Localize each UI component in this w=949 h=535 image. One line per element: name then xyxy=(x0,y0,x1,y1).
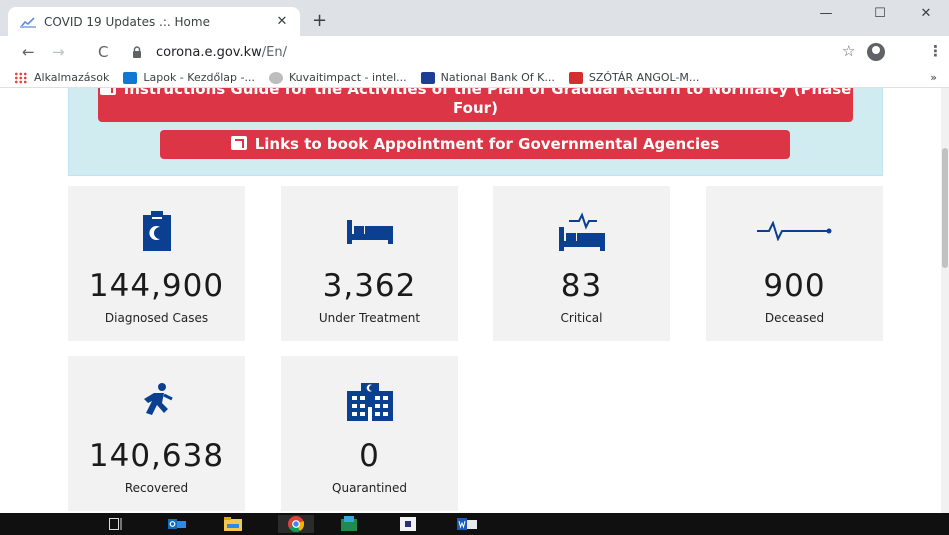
navigation-bar: ← → C corona.e.gov.kw/En/ ☆ ⋮ xyxy=(0,36,949,68)
nbk-camel-icon xyxy=(420,71,435,84)
url-text: corona.e.gov.kw/En/ xyxy=(156,45,287,60)
book-appointment-button[interactable]: Links to book Appointment for Government… xyxy=(160,130,790,159)
app-icon[interactable] xyxy=(397,515,419,533)
site-favicon-icon xyxy=(20,14,36,30)
bookmark-label: Alkalmazások xyxy=(34,71,110,84)
stat-label: Quarantined xyxy=(332,481,407,495)
instructions-guide-button[interactable]: Instructions Guide for the Activities of… xyxy=(98,88,853,122)
browser-tab[interactable]: COVID 19 Updates .:. Home ✕ xyxy=(8,7,300,36)
bookmarks-bar: Alkalmazások Lapok - Kezdőlap -... Kuvai… xyxy=(0,68,949,88)
stat-value: 3,362 xyxy=(322,268,417,304)
external-link-icon xyxy=(99,88,116,95)
stat-card-quarantined: 0 Quarantined xyxy=(281,356,458,511)
reload-button[interactable]: C xyxy=(98,43,108,61)
stat-card-diagnosed: 144,900 Diagnosed Cases xyxy=(68,186,245,341)
minimize-button[interactable]: — xyxy=(806,6,846,21)
address-bar[interactable]: corona.e.gov.kw/En/ xyxy=(132,40,862,64)
stat-value: 140,638 xyxy=(88,438,225,474)
bookmark-label: SZÓTÁR ANGOL-M... xyxy=(588,71,700,84)
book-appointment-label: Links to book Appointment for Government… xyxy=(254,135,720,153)
instructions-guide-label: Instructions Guide for the Activities of… xyxy=(123,88,852,117)
apps-grid-icon xyxy=(14,71,28,84)
profile-avatar-icon[interactable] xyxy=(867,43,885,61)
stat-label: Diagnosed Cases xyxy=(104,311,209,325)
tab-strip: COVID 19 Updates .:. Home ✕ + — ☐ ✕ xyxy=(0,0,949,36)
bookmark-label: Lapok - Kezdőlap -... xyxy=(143,71,255,84)
file-explorer-icon[interactable] xyxy=(222,515,244,533)
maximize-button[interactable]: ☐ xyxy=(860,6,900,21)
forward-button[interactable]: → xyxy=(52,43,65,61)
chrome-icon[interactable] xyxy=(278,515,314,533)
dictionary-icon xyxy=(568,71,583,84)
bed-icon xyxy=(281,206,458,256)
bookmark-kuvaitimpact[interactable]: Kuvaitimpact - intel... xyxy=(268,71,407,84)
bookmark-szotar[interactable]: SZÓTÁR ANGOL-M... xyxy=(568,71,700,84)
stat-label: Under Treatment xyxy=(318,311,421,325)
stat-label: Recovered xyxy=(124,481,189,495)
bed-pulse-icon xyxy=(493,206,670,256)
bookmark-label: Kuvaitimpact - intel... xyxy=(288,71,407,84)
stat-card-under-treatment: 3,362 Under Treatment xyxy=(281,186,458,341)
page-scrollbar[interactable] xyxy=(941,88,949,513)
stat-value: 900 xyxy=(763,268,826,304)
bookmark-lapok[interactable]: Lapok - Kezdőlap -... xyxy=(123,71,255,84)
walking-person-icon xyxy=(68,376,245,426)
clipboard-icon xyxy=(68,206,245,256)
bookmark-star-icon[interactable]: ☆ xyxy=(842,42,855,60)
globe-icon xyxy=(268,71,283,84)
hospital-building-icon xyxy=(281,376,458,426)
bookmark-nbk[interactable]: National Bank Of K... xyxy=(420,71,555,84)
bookmark-label: National Bank Of K... xyxy=(440,71,555,84)
page-viewport: Instructions Guide for the Activities of… xyxy=(0,88,941,513)
tab-title: COVID 19 Updates .:. Home xyxy=(44,14,210,29)
stat-label: Critical xyxy=(560,311,603,325)
lock-icon xyxy=(132,46,146,58)
browser-menu-icon[interactable]: ⋮ xyxy=(928,42,943,60)
stat-value: 144,900 xyxy=(88,268,225,304)
bookmarks-overflow-button[interactable]: » xyxy=(930,71,937,84)
stat-value: 0 xyxy=(359,438,380,474)
stat-label: Deceased xyxy=(764,311,825,325)
windows-taskbar xyxy=(0,513,949,535)
tab-close-icon[interactable]: ✕ xyxy=(272,14,292,29)
sharepoint-icon xyxy=(123,71,138,84)
edge-icon[interactable] xyxy=(338,515,360,533)
pulse-line-icon xyxy=(706,206,883,256)
back-button[interactable]: ← xyxy=(22,43,35,61)
url-host: corona.e.gov.kw xyxy=(156,44,262,60)
word-icon[interactable] xyxy=(456,515,478,533)
close-window-button[interactable]: ✕ xyxy=(906,6,946,21)
scrollbar-thumb[interactable] xyxy=(942,148,948,268)
new-tab-button[interactable]: + xyxy=(312,10,327,31)
stat-card-recovered: 140,638 Recovered xyxy=(68,356,245,511)
task-view-icon[interactable] xyxy=(105,515,127,533)
bookmark-apps[interactable]: Alkalmazások xyxy=(14,71,109,84)
outlook-icon[interactable] xyxy=(166,515,188,533)
stat-card-critical: 83 Critical xyxy=(493,186,670,341)
stat-card-deceased: 900 Deceased xyxy=(706,186,883,341)
url-path: /En/ xyxy=(261,44,287,60)
external-link-icon xyxy=(230,136,247,150)
stat-value: 83 xyxy=(560,268,603,304)
